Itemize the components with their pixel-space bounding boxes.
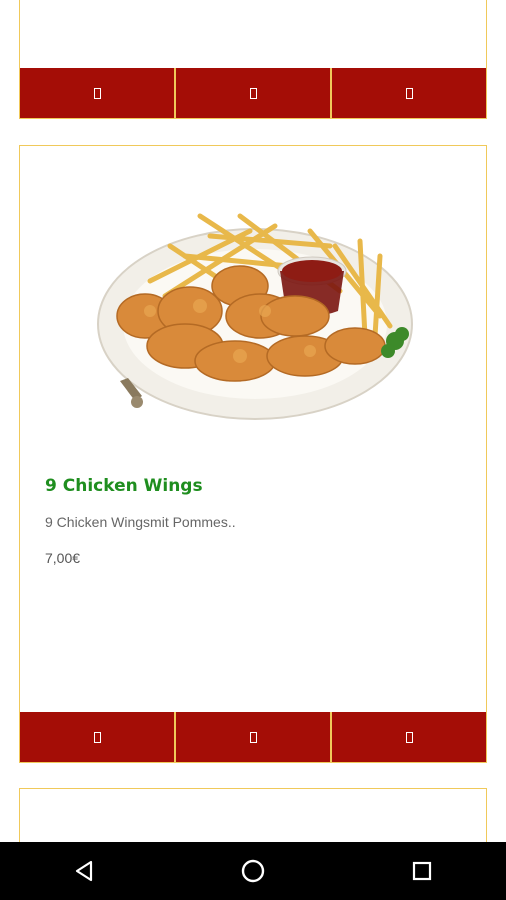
missing-glyph-icon [405,731,413,743]
circle-home-icon [241,859,265,883]
back-button[interactable] [54,842,114,900]
missing-glyph-icon [249,731,257,743]
missing-glyph-icon [93,731,101,743]
card-action-button-2[interactable] [176,712,332,762]
card-action-bar [20,712,486,762]
missing-glyph-icon [93,87,101,99]
product-card-previous [19,0,487,119]
card-action-bar [20,68,486,118]
system-navigation-bar [0,842,506,900]
product-description: 9 Chicken Wingsmit Pommes.. [45,514,236,530]
card-action-button-2[interactable] [176,68,332,118]
card-action-button-1[interactable] [20,68,176,118]
card-action-button-3[interactable] [332,68,486,118]
product-image [97,213,413,420]
screen: 9 Chicken Wings 9 Chicken Wingsmit Pomme… [0,0,506,842]
product-price: 7,00€ [45,550,81,566]
missing-glyph-icon [249,87,257,99]
product-name[interactable]: 9 Chicken Wings [45,476,203,496]
home-button[interactable] [223,842,283,900]
missing-glyph-icon [405,87,413,99]
square-recents-icon [412,861,431,881]
recents-button[interactable] [392,842,452,900]
card-action-button-1[interactable] [20,712,176,762]
triangle-back-icon [76,860,93,882]
card-action-button-3[interactable] [332,712,486,762]
product-card-next[interactable] [19,788,487,842]
product-card[interactable]: 9 Chicken Wings 9 Chicken Wingsmit Pomme… [19,145,487,763]
